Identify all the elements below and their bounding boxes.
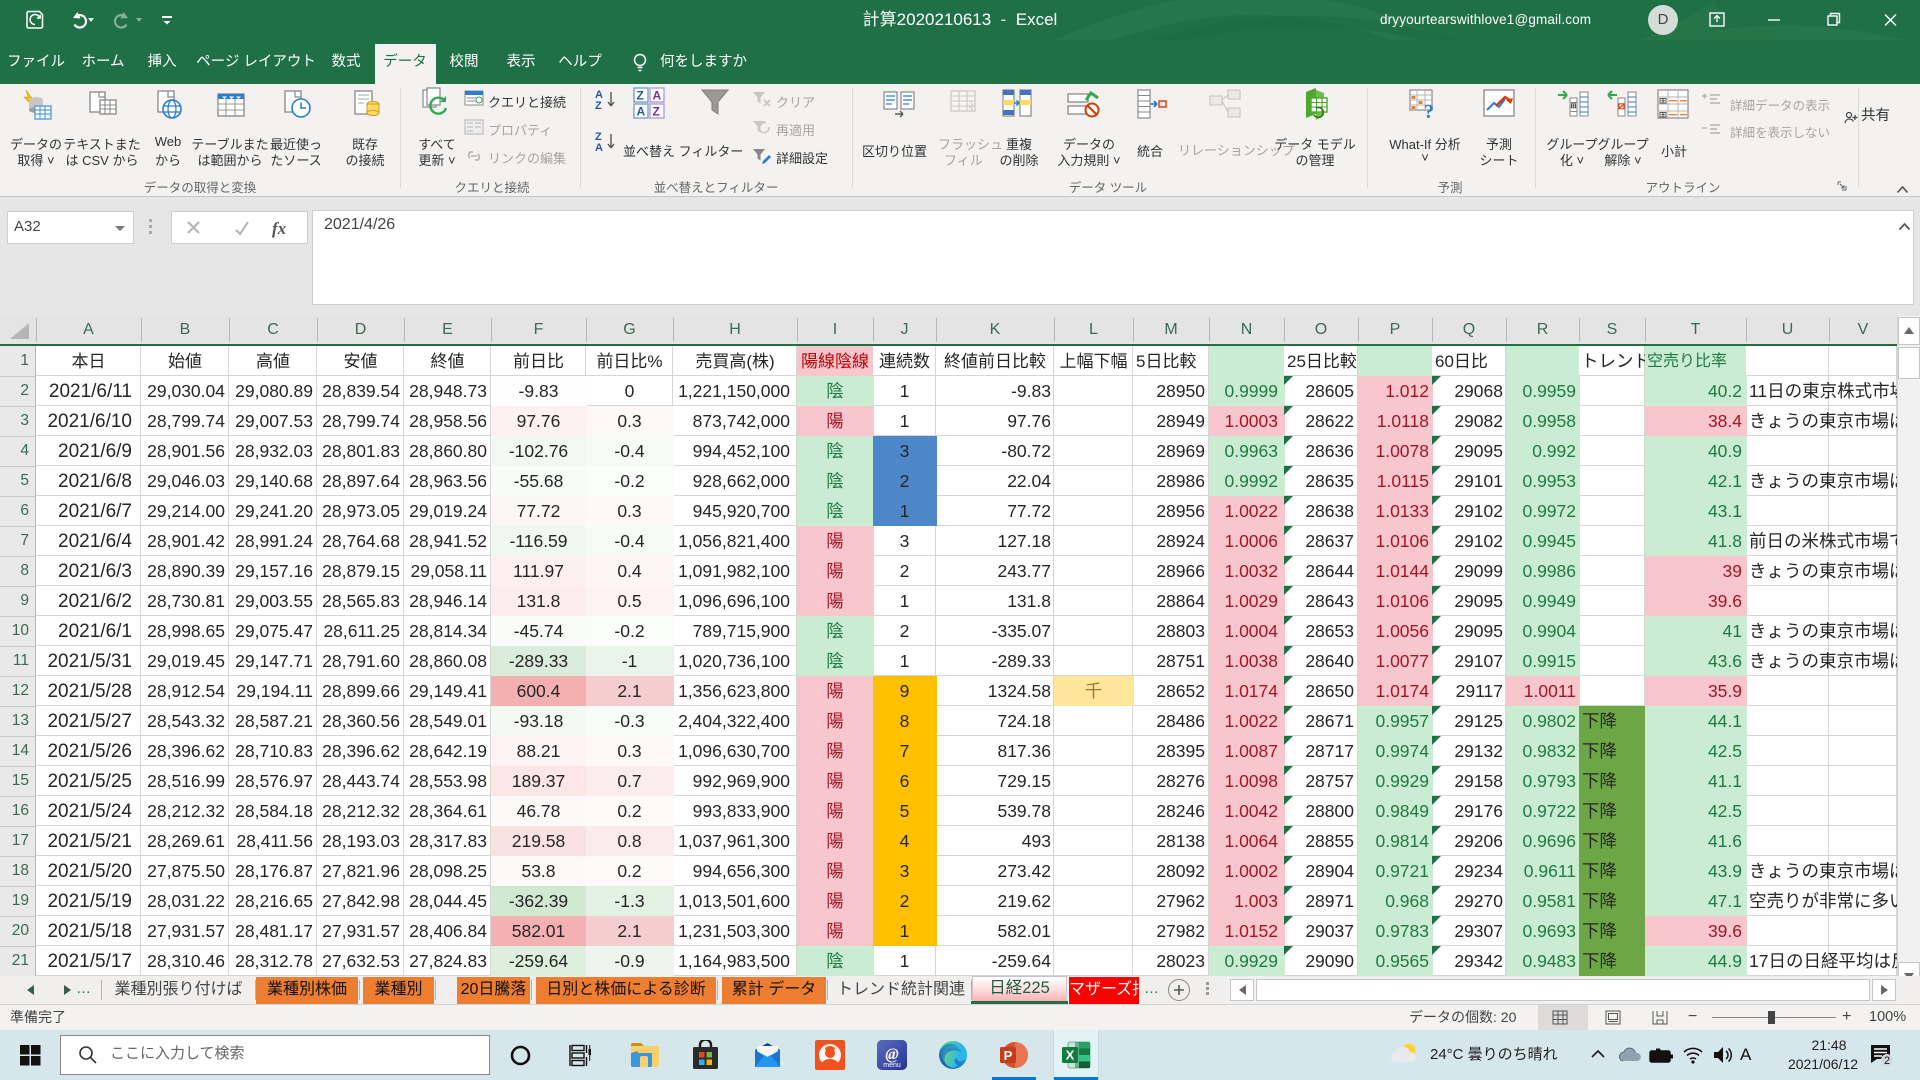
svg-text:P: P xyxy=(1004,1048,1013,1063)
svg-text:Z: Z xyxy=(595,100,602,112)
svg-text:Z: Z xyxy=(653,105,660,119)
svg-text:menu: menu xyxy=(883,1062,901,1069)
svg-text:2: 2 xyxy=(1884,1055,1890,1067)
svg-text:@: @ xyxy=(885,1046,898,1063)
svg-text:A: A xyxy=(653,89,662,103)
svg-text:A: A xyxy=(637,105,646,119)
svg-text:X: X xyxy=(1066,1048,1075,1063)
svg-text:fx: fx xyxy=(272,219,287,238)
svg-text:?: ? xyxy=(1424,101,1434,122)
svg-text:Z: Z xyxy=(637,89,644,103)
